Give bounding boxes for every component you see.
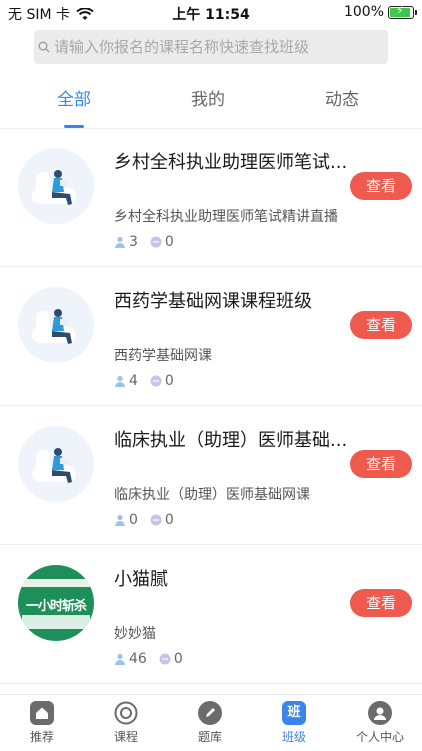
members-icon [115, 514, 125, 526]
nav-recommend[interactable]: 推荐 [0, 701, 84, 745]
battery-icon: ⚡ [388, 3, 417, 19]
tab-label: 我的 [191, 90, 225, 110]
class-subtitle: 西药学基础网课 [114, 348, 212, 364]
status-bar: 无 SIM 卡 上午 11:54 100% ⚡ [0, 0, 422, 26]
battery-percent: 100% [343, 4, 384, 20]
message-icon [150, 514, 162, 526]
class-thumbnail [18, 287, 94, 363]
class-list: 乡村全科执业助理医师笔试... 乡村全科执业助理医师笔试精讲直播 3 0 查看 … [0, 128, 422, 684]
thumb-header-band [18, 579, 94, 587]
tab-mine[interactable]: 我的 [148, 86, 268, 128]
class-title: 小猫腻 [114, 569, 168, 590]
message-count: 0 [164, 373, 174, 389]
person-reading-illustration [32, 170, 76, 205]
person-reading-illustration [32, 448, 76, 483]
class-thumbnail [18, 148, 94, 224]
pen-icon [198, 701, 222, 725]
thumb-footer-band [22, 615, 90, 629]
member-count: 46 [129, 651, 147, 667]
view-button[interactable]: 查看 [350, 450, 412, 478]
class-title: 西药学基础网课课程班级 [114, 291, 312, 312]
tab-label: 动态 [325, 90, 359, 110]
search-bar[interactable] [34, 30, 388, 64]
nav-class[interactable]: 班 班级 [252, 701, 336, 745]
class-subtitle: 乡村全科执业助理医师笔试精讲直播 [114, 209, 338, 225]
course-icon [114, 701, 138, 725]
nav-question-bank[interactable]: 题库 [168, 701, 252, 745]
view-button[interactable]: 查看 [350, 589, 412, 617]
nav-profile[interactable]: 个人中心 [338, 701, 422, 745]
class-stats: 46 0 [114, 651, 195, 667]
message-count: 0 [164, 234, 174, 250]
message-icon [150, 236, 162, 248]
search-input[interactable] [52, 37, 376, 57]
member-count: 4 [129, 373, 138, 389]
tab-all[interactable]: 全部 [14, 86, 134, 128]
class-item[interactable]: 乡村全科执业助理医师笔试... 乡村全科执业助理医师笔试精讲直播 3 0 查看 [0, 128, 422, 267]
nav-course[interactable]: 课程 [84, 701, 168, 745]
message-icon [159, 653, 171, 665]
class-item[interactable]: 西药学基础网课课程班级 西药学基础网课 4 0 查看 [0, 267, 422, 406]
message-count: 0 [164, 512, 174, 528]
nav-label: 个人中心 [355, 730, 404, 744]
message-icon [150, 375, 162, 387]
member-count: 0 [129, 512, 138, 528]
message-count: 0 [173, 651, 183, 667]
members-icon [115, 236, 125, 248]
class-subtitle: 妙妙猫 [114, 626, 156, 642]
class-thumbnail: 一小时斩杀 [18, 565, 94, 641]
members-icon [115, 653, 125, 665]
class-stats: 4 0 [114, 373, 186, 389]
person-reading-illustration [32, 309, 76, 344]
bottom-nav: 推荐 课程 题库 班 班级 个人中心 [0, 694, 422, 751]
charging-bolt-icon: ⚡ [396, 3, 404, 17]
tab-activity[interactable]: 动态 [282, 86, 402, 128]
class-thumbnail [18, 426, 94, 502]
class-item[interactable]: 临床执业（助理）医师基础... 临床执业（助理）医师基础网课 0 0 查看 [0, 406, 422, 545]
nav-label: 课程 [113, 730, 138, 744]
class-item[interactable]: 一小时斩杀 小猫腻 妙妙猫 46 0 查看 [0, 545, 422, 684]
class-stats: 3 0 [114, 234, 186, 250]
class-subtitle: 临床执业（助理）医师基础网课 [114, 487, 310, 503]
thumb-promo-text: 一小时斩杀 [25, 599, 87, 614]
class-title: 乡村全科执业助理医师笔试... [114, 152, 348, 173]
members-icon [115, 375, 125, 387]
class-title: 临床执业（助理）医师基础... [114, 430, 348, 451]
status-right: 100% ⚡ [343, 3, 417, 20]
home-icon [30, 701, 54, 725]
nav-label: 班级 [281, 730, 306, 744]
nav-label: 推荐 [29, 730, 54, 744]
member-count: 3 [129, 234, 138, 250]
view-button[interactable]: 查看 [350, 311, 412, 339]
class-icon: 班 [282, 701, 306, 725]
search-icon [38, 41, 50, 53]
tab-label: 全部 [57, 90, 91, 110]
class-stats: 0 0 [114, 512, 186, 528]
view-button[interactable]: 查看 [350, 172, 412, 200]
person-icon [368, 701, 392, 725]
tab-bar: 全部 我的 动态 [0, 86, 422, 129]
nav-label: 题库 [197, 730, 222, 744]
